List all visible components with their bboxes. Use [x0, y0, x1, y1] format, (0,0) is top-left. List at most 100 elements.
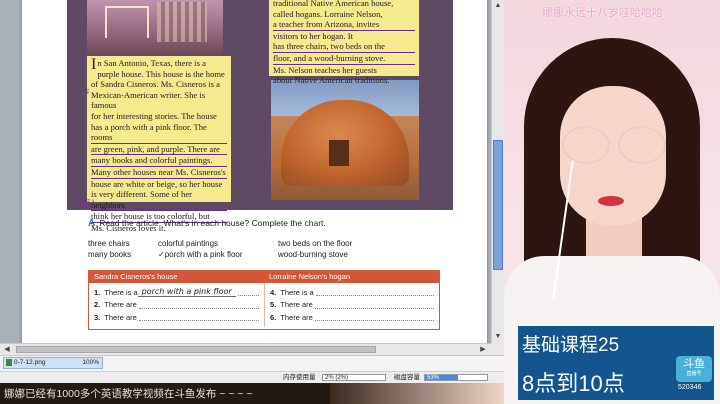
row-number: 1.: [94, 287, 101, 297]
wordbank-item: three chairs: [88, 239, 130, 248]
article-photo-panel: traditional Native American house, calle…: [67, 0, 453, 233]
wordbank-item: colorful paintings: [158, 239, 219, 248]
exercise-heading: A Read the article. What's in each house?…: [88, 218, 326, 229]
article-line: of Sandra Cisneros. Ms. Cisneros is a: [91, 79, 220, 90]
room-id: 520346: [678, 384, 702, 391]
horizontal-scrollbar[interactable]: ◀ ▶: [0, 343, 491, 355]
scroll-up-arrow-icon[interactable]: ▲: [493, 1, 503, 11]
article-line: house are white or beige, so her house: [91, 178, 223, 189]
answer-blank: [138, 301, 259, 309]
logo-text: 斗鱼: [683, 358, 705, 370]
wordbank-item: two beds on the floor: [278, 239, 353, 248]
article-line: many books and colorful paintings.: [91, 155, 227, 167]
article-line: visitors to her hogan. It: [273, 30, 353, 41]
vertical-scrollbar[interactable]: ▲ ▼: [491, 0, 504, 343]
course-schedule: 8点到10点: [522, 371, 625, 396]
stream-title: 娜娜永远十八岁哇哈哈哈: [542, 7, 663, 19]
row-number: 2.: [94, 300, 101, 310]
article-line: floor, and a wood-burning stove.: [273, 53, 415, 65]
chart-header-left: Sandra Cisneros's house: [94, 272, 178, 281]
article-line: called hogans. Lorraine Nelson,: [273, 8, 383, 19]
row-number: 3.: [94, 312, 101, 322]
article-line: n San Antonio, Texas, there is a: [97, 58, 206, 68]
row-number: 4.: [270, 287, 277, 297]
image-viewer-window: traditional Native American house, calle…: [0, 0, 504, 404]
chart-row: 3. There are: [94, 311, 259, 324]
scroll-corner: [491, 343, 504, 355]
article-line: has a porch with a pink floor. The rooms: [91, 122, 227, 144]
chart-header-right: Lorraine Nelson's hogan: [269, 272, 351, 281]
article-line: has three chairs, two beds on the: [273, 41, 415, 53]
wordbank-item: wood-burning stove: [278, 250, 348, 259]
webcam-panel: 娜娜永远十八岁哇哈哈哈 基础课程25 8点到10点 斗鱼 直播号 520346: [504, 0, 720, 404]
scroll-right-arrow-icon[interactable]: ▶: [478, 344, 488, 355]
memory-usage-bar: 2% (2%): [322, 374, 386, 381]
scroll-down-arrow-icon[interactable]: ▼: [493, 332, 503, 342]
wordbank-column: colorful paintings ✓porch with a pink fl…: [158, 238, 243, 260]
article-line: traditional Native American house,: [273, 0, 394, 8]
drop-cap: I: [91, 56, 97, 73]
thumbnail-item[interactable]: 0-7-12.png 100%: [3, 357, 103, 369]
article-line: are green, pink, and purple. There are: [91, 144, 227, 156]
article-line: purple house. This house is the home: [97, 68, 225, 79]
wordbank-item: ✓porch with a pink floor: [158, 250, 243, 259]
handwritten-note: as: [79, 87, 90, 97]
chart-row: 1. There is a porch with a pink floor: [94, 286, 259, 299]
scroll-left-arrow-icon[interactable]: ◀: [2, 344, 12, 355]
article-line: for her interesting stories. The house: [91, 110, 217, 121]
chart-header: Sandra Cisneros's house Lorraine Nelson'…: [89, 271, 439, 283]
disk-capacity-label: 磁盘容量: [394, 374, 420, 381]
hogan-door: [329, 140, 349, 166]
row-prompt: There are: [104, 300, 137, 310]
horizontal-scroll-thumb[interactable]: [16, 346, 376, 353]
row-prompt: There is a: [104, 287, 138, 297]
wordbank-item: many books: [88, 250, 132, 259]
glasses-icon: [562, 126, 666, 164]
thumbnail-filename: 0-7-12.png: [14, 359, 46, 366]
douyu-logo-icon: 斗鱼 直播号: [676, 356, 712, 382]
chart-column-left: 1. There is a porch with a pink floor 2.…: [89, 283, 264, 327]
answer-blank: [314, 313, 434, 322]
textbook-page: traditional Native American house, calle…: [22, 0, 487, 343]
chart-row: 2. There are: [94, 299, 259, 312]
article-line: Many other houses near Ms. Cisneros's: [91, 166, 227, 179]
bottom-ticker: 娜娜已经有1000多个英语教学视频在斗鱼发布 ~ ~ ~ ~: [0, 383, 330, 404]
article-line: is very different. Some of her neighbors: [91, 189, 227, 212]
thumbnail-zoom: 100%: [82, 359, 99, 366]
ticker-background-strip: [330, 383, 504, 404]
hogan-photo: [271, 80, 419, 200]
ticker-text: 娜娜已经有1000多个英语教学视频在斗鱼发布 ~ ~ ~ ~: [4, 388, 253, 400]
glasses-lens: [562, 126, 610, 164]
wordbank-column: two beds on the floor wood-burning stove: [278, 238, 352, 260]
image-viewport[interactable]: traditional Native American house, calle…: [0, 0, 491, 343]
row-prompt: There are: [104, 312, 137, 322]
exercise-letter: A: [88, 218, 96, 229]
row-prompt: There is a: [280, 287, 314, 297]
article-line: about Native American traditions.: [273, 75, 390, 86]
logo-subtext: 直播号: [686, 371, 702, 377]
comparison-chart: Sandra Cisneros's house Lorraine Nelson'…: [88, 270, 440, 330]
row-prompt: There are: [280, 312, 313, 322]
article-text-hogan: traditional Native American house, calle…: [269, 0, 419, 85]
row-answer-handwritten: porch with a pink floor: [137, 287, 236, 298]
answer-blank: [315, 288, 434, 297]
article-line: Ms. Nelson teaches her guests: [273, 64, 377, 75]
article-text-cisneros: I n San Antonio, Texas, there is a purpl…: [87, 56, 231, 233]
purple-house-photo: [87, 0, 223, 54]
image-file-icon: [6, 359, 12, 366]
vertical-scroll-thumb[interactable]: [493, 140, 503, 270]
article-line: a teacher from Arizona, invites: [273, 19, 415, 31]
handwritten-note: (tā): [77, 199, 95, 210]
wordbank-column: three chairs many books: [88, 238, 131, 260]
row-number: 6.: [270, 312, 277, 322]
memory-usage-label: 内存使用量: [283, 374, 316, 381]
answer-blank: [314, 301, 434, 309]
glasses-lens: [618, 126, 666, 164]
answer-blank: [237, 288, 259, 297]
course-title: 基础课程25: [522, 335, 620, 356]
chart-body: 1. There is a porch with a pink floor 2.…: [89, 283, 439, 327]
chart-column-right: 4. There is a 5. There are 6. There are: [264, 283, 439, 327]
streamer-lips: [598, 196, 624, 206]
row-prompt: There are: [280, 300, 313, 310]
course-banner: 基础课程25 8点到10点 斗鱼 直播号 520346: [518, 326, 714, 400]
